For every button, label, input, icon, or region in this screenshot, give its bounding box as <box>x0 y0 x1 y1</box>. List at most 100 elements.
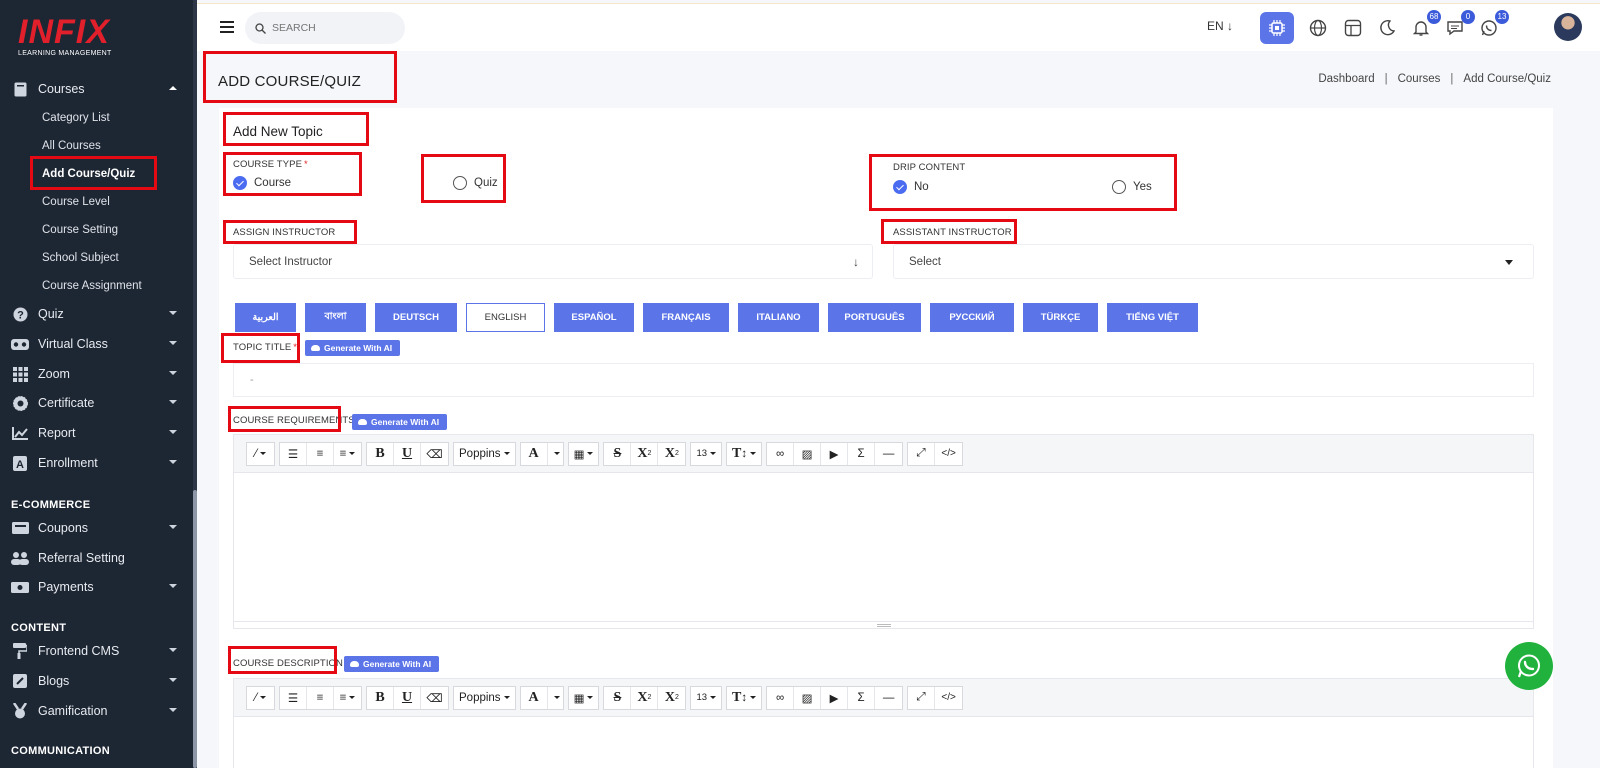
strikethrough-icon[interactable]: S <box>604 686 632 709</box>
sidebar-subitem-category-list[interactable]: Category List <box>42 108 110 128</box>
tab-lang-arabic[interactable]: العربية <box>235 303 296 332</box>
font-size-select[interactable]: 13 <box>691 443 721 465</box>
course-type-radio-course[interactable]: Course <box>233 176 291 190</box>
course-type-radio-quiz[interactable]: Quiz <box>453 176 498 190</box>
magic-wand-icon[interactable]: ⁄ <box>247 687 274 709</box>
layout-icon[interactable] <box>1339 14 1367 42</box>
tab-lang-portugues[interactable]: PORTUGUÊS <box>828 303 921 332</box>
font-color-icon[interactable]: A <box>521 442 548 465</box>
link-icon[interactable]: ∞ <box>767 686 795 709</box>
whatsapp-chat-icon[interactable]: 13 <box>1475 10 1509 42</box>
sidebar-item-virtual-class[interactable]: Virtual Class <box>0 330 193 358</box>
strikethrough-icon[interactable]: S <box>604 442 632 465</box>
editor-content-area[interactable] <box>234 717 1533 768</box>
font-color-icon[interactable]: A <box>521 686 548 709</box>
fullscreen-icon[interactable]: ⤢ <box>908 442 936 465</box>
underline-icon[interactable]: U <box>394 686 421 709</box>
bell-icon[interactable]: 68 <box>1407 10 1441 42</box>
editor-resize-handle[interactable] <box>234 621 1533 628</box>
sigma-icon[interactable]: Σ <box>848 442 876 465</box>
whatsapp-float-button[interactable] <box>1505 642 1553 690</box>
subscript-icon[interactable]: X2 <box>658 443 685 465</box>
assistant-instructor-select[interactable]: Select <box>893 244 1534 279</box>
search-input[interactable] <box>272 22 392 34</box>
globe-icon[interactable] <box>1304 14 1332 42</box>
avatar[interactable] <box>1554 13 1582 41</box>
font-family-select[interactable]: Poppins <box>454 687 515 709</box>
sigma-icon[interactable]: Σ <box>848 686 876 709</box>
sidebar-item-referral-setting[interactable]: Referral Setting <box>0 544 193 572</box>
moon-icon[interactable] <box>1373 14 1401 42</box>
numbered-list-icon[interactable]: ≡ <box>307 686 334 709</box>
code-view-icon[interactable]: </> <box>935 443 962 465</box>
logo[interactable]: INFIX LEARNING MANAGEMENT <box>18 15 112 57</box>
sidebar-item-frontend-cms[interactable]: Frontend CMS <box>0 637 193 665</box>
sidebar-subitem-all-courses[interactable]: All Courses <box>42 136 101 156</box>
generate-ai-description-button[interactable]: Generate With AI <box>344 656 440 672</box>
bullet-list-icon[interactable]: ☰ <box>280 442 307 465</box>
sidebar-subitem-course-assignment[interactable]: Course Assignment <box>42 276 142 296</box>
sidebar-item-enrollment[interactable]: A Enrollment <box>0 449 193 477</box>
underline-icon[interactable]: U <box>394 442 421 465</box>
sidebar-item-quiz[interactable]: ? Quiz <box>0 300 193 328</box>
sidebar-item-payments[interactable]: Payments <box>0 573 193 601</box>
sidebar-subitem-school-subject[interactable]: School Subject <box>42 248 119 268</box>
font-family-select[interactable]: Poppins <box>454 443 515 465</box>
tab-lang-italiano[interactable]: ITALIANO <box>738 303 819 332</box>
sidebar-item-report[interactable]: Report <box>0 419 193 447</box>
bullet-list-icon[interactable]: ☰ <box>280 686 307 709</box>
sidebar-scrollbar[interactable] <box>193 0 197 768</box>
drip-content-radio-no[interactable]: No <box>893 180 929 194</box>
align-icon[interactable]: ≡ <box>334 443 361 465</box>
line-height-icon[interactable]: T ↕ <box>727 687 761 709</box>
tab-lang-francais[interactable]: FRANÇAIS <box>643 303 729 332</box>
sidebar-item-certificate[interactable]: Certificate <box>0 389 193 417</box>
eraser-icon[interactable]: ⌫ <box>421 687 448 709</box>
editor-content-area[interactable] <box>234 473 1533 621</box>
font-color-dropdown[interactable] <box>548 687 563 709</box>
message-icon[interactable]: 0 <box>1441 10 1475 42</box>
breadcrumb-link-courses[interactable]: Courses <box>1398 73 1441 85</box>
subscript-icon[interactable]: X2 <box>658 687 685 709</box>
sidebar-scrollbar-thumb[interactable] <box>193 490 197 768</box>
line-height-icon[interactable]: T ↕ <box>727 443 761 465</box>
fullscreen-icon[interactable]: ⤢ <box>908 686 936 709</box>
align-icon[interactable]: ≡ <box>334 687 361 709</box>
tab-lang-espanol[interactable]: ESPAÑOL <box>554 303 634 332</box>
horizontal-rule-icon[interactable]: — <box>875 687 902 709</box>
superscript-icon[interactable]: X2 <box>631 442 659 465</box>
numbered-list-icon[interactable]: ≡ <box>307 442 334 465</box>
image-icon[interactable]: ▨ <box>794 686 822 709</box>
video-icon[interactable]: ▶ <box>821 686 849 709</box>
tab-lang-russian[interactable]: РУССКИЙ <box>930 303 1014 332</box>
video-icon[interactable]: ▶ <box>821 442 849 465</box>
breadcrumb-link-dashboard[interactable]: Dashboard <box>1318 73 1374 85</box>
link-icon[interactable]: ∞ <box>767 442 795 465</box>
image-icon[interactable]: ▨ <box>794 442 822 465</box>
sidebar-item-blogs[interactable]: Blogs <box>0 667 193 695</box>
tab-lang-turkce[interactable]: TÜRKÇE <box>1023 303 1098 332</box>
drip-content-radio-yes[interactable]: Yes <box>1112 180 1152 194</box>
table-icon[interactable]: ▦ <box>569 443 599 465</box>
sidebar-subitem-course-setting[interactable]: Course Setting <box>42 220 118 240</box>
magic-wand-icon[interactable]: ⁄ <box>247 443 274 465</box>
sidebar-item-coupons[interactable]: Coupons <box>0 514 193 542</box>
font-color-dropdown[interactable] <box>548 443 563 465</box>
horizontal-rule-icon[interactable]: — <box>875 443 902 465</box>
tab-lang-deutsch[interactable]: DEUTSCH <box>375 303 457 332</box>
eraser-icon[interactable]: ⌫ <box>421 443 448 465</box>
assign-instructor-select[interactable]: Select Instructor ↓ <box>233 244 873 279</box>
table-icon[interactable]: ▦ <box>569 687 599 709</box>
tab-lang-english[interactable]: ENGLISH <box>466 303 545 332</box>
tab-lang-vietnamese[interactable]: TIẾNG VIỆT <box>1107 303 1198 332</box>
sidebar-item-gamification[interactable]: Gamification <box>0 697 193 725</box>
sidebar-item-zoom[interactable]: Zoom <box>0 360 193 388</box>
sidebar-subitem-add-course-quiz[interactable]: Add Course/Quiz <box>42 164 135 184</box>
bold-icon[interactable]: B <box>367 686 394 709</box>
code-view-icon[interactable]: </> <box>935 687 962 709</box>
sidebar-item-courses[interactable]: Courses <box>0 75 193 103</box>
tab-lang-bangla[interactable]: বাংলা <box>305 303 366 332</box>
topic-title-input[interactable]: - <box>233 363 1534 397</box>
generate-ai-topic-title-button[interactable]: Generate With AI <box>305 340 401 356</box>
generate-ai-requirements-button[interactable]: Generate With AI <box>352 414 448 430</box>
